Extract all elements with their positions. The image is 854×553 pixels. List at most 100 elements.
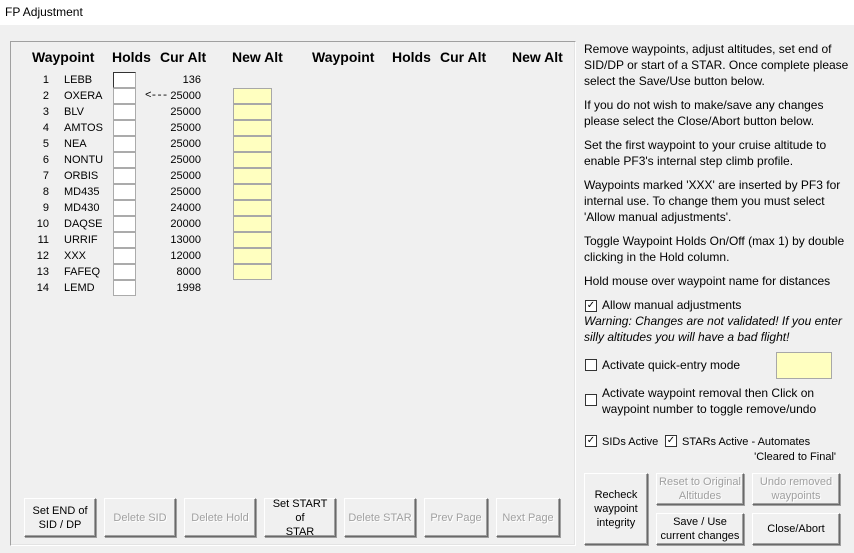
waypoint-number[interactable]: 10 (28, 216, 49, 232)
delete-star-button[interactable]: Delete STAR (344, 498, 416, 537)
table-row: 2 OXERA 25000 (0, 88, 576, 104)
hold-cell[interactable] (113, 104, 136, 120)
hold-cell[interactable] (113, 136, 136, 152)
info-hold-mouse: Hold mouse over waypoint name for distan… (584, 274, 831, 288)
waypoint-name[interactable]: MD430 (64, 200, 99, 216)
cur-alt: 25000 (170, 122, 201, 134)
hold-cell[interactable] (113, 280, 136, 296)
hold-cell[interactable] (113, 200, 136, 216)
new-alt-input[interactable] (233, 136, 272, 152)
waypoint-name[interactable]: AMTOS (64, 120, 103, 136)
waypoint-name[interactable]: MD435 (64, 184, 99, 200)
new-alt-input[interactable] (233, 184, 272, 200)
waypoint-number[interactable]: 12 (28, 248, 49, 264)
hold-cell[interactable] (113, 72, 136, 88)
hold-cell[interactable] (113, 248, 136, 264)
new-alt-input[interactable] (233, 120, 272, 136)
waypoint-number[interactable]: 13 (28, 264, 49, 280)
next-page-button[interactable]: Next Page (496, 498, 560, 537)
waypoint-name[interactable]: URRIF (64, 232, 98, 248)
new-alt-input[interactable] (233, 248, 272, 264)
new-alt-input[interactable] (233, 200, 272, 216)
new-alt-input[interactable] (233, 168, 272, 184)
waypoint-number[interactable]: 3 (28, 104, 49, 120)
header-holds-right: Holds (392, 49, 431, 65)
hold-cell[interactable] (113, 168, 136, 184)
waypoint-name[interactable]: LEMD (64, 280, 95, 296)
hold-cell[interactable] (113, 264, 136, 280)
delete-sid-button[interactable]: Delete SID (104, 498, 176, 537)
new-alt-input[interactable] (233, 152, 272, 168)
waypoint-number[interactable]: 1 (28, 72, 49, 88)
cur-alt: 1998 (176, 282, 201, 294)
waypoint-name[interactable]: DAQSE (64, 216, 103, 232)
set-start-star-button[interactable]: Set START of STAR (264, 498, 336, 538)
recheck-integrity-button[interactable]: Recheck waypoint integrity (584, 473, 648, 545)
info-instructions: Remove waypoints, adjust altitudes, set … (584, 42, 849, 88)
table-row: 11 URRIF 13000 (0, 232, 576, 248)
allow-manual-checkbox[interactable]: ✓ (585, 300, 597, 312)
save-use-button[interactable]: Save / Use current changes (656, 513, 744, 545)
waypoint-number[interactable]: 8 (28, 184, 49, 200)
prev-page-button[interactable]: Prev Page (424, 498, 488, 537)
table-row: 1 LEBB 136 (0, 72, 576, 88)
waypoint-number[interactable]: 4 (28, 120, 49, 136)
hold-cell[interactable] (113, 184, 136, 200)
new-alt-input[interactable] (233, 216, 272, 232)
waypoint-name[interactable]: OXERA (64, 88, 103, 104)
new-alt-input[interactable] (233, 104, 272, 120)
waypoint-number[interactable]: 6 (28, 152, 49, 168)
undo-removed-button[interactable]: Undo removed waypoints (752, 473, 840, 505)
table-row: 4 AMTOS 25000 (0, 120, 576, 136)
waypoint-number[interactable]: 5 (28, 136, 49, 152)
header-cur-alt-right: Cur Alt (440, 49, 487, 65)
cur-alt: 13000 (170, 234, 201, 246)
set-end-sid-button[interactable]: Set END of SID / DP (24, 498, 96, 537)
sids-active-checkbox[interactable]: ✓ (585, 435, 597, 447)
new-alt-input[interactable] (233, 88, 272, 104)
hold-cell[interactable] (113, 120, 136, 136)
waypoint-removal-checkbox[interactable] (585, 394, 597, 406)
window-title: FP Adjustment (5, 5, 83, 19)
waypoint-name[interactable]: BLV (64, 104, 84, 120)
waypoint-name[interactable]: NONTU (64, 152, 103, 168)
info-xxx-waypoints: Waypoints marked 'XXX' are inserted by P… (584, 178, 841, 224)
cur-alt: 25000 (170, 170, 201, 182)
hold-cell[interactable] (113, 88, 136, 104)
waypoint-name[interactable]: XXX (64, 248, 86, 264)
close-abort-button[interactable]: Close/Abort (752, 513, 840, 545)
header-new-alt-right: New Alt (512, 49, 563, 65)
waypoint-name[interactable]: NEA (64, 136, 87, 152)
waypoint-name[interactable]: LEBB (64, 72, 92, 88)
hold-cell[interactable] (113, 232, 136, 248)
new-alt-input[interactable] (233, 232, 272, 248)
table-row: 12 XXX 12000 (0, 248, 576, 264)
title-bar: FP Adjustment (0, 0, 854, 25)
new-alt-input[interactable] (233, 264, 272, 280)
cur-alt: 12000 (170, 250, 201, 262)
stars-active-checkbox[interactable]: ✓ (665, 435, 677, 447)
cur-alt: 25000 (170, 186, 201, 198)
cleared-to-final-label: 'Cleared to Final' (754, 451, 836, 463)
waypoint-number[interactable]: 9 (28, 200, 49, 216)
waypoint-number[interactable]: 2 (28, 88, 49, 104)
waypoint-name[interactable]: ORBIS (64, 168, 98, 184)
delete-hold-button[interactable]: Delete Hold (184, 498, 256, 537)
cur-alt: 24000 (170, 202, 201, 214)
hold-cell[interactable] (113, 216, 136, 232)
quick-entry-input[interactable] (776, 352, 832, 379)
waypoint-number[interactable]: 7 (28, 168, 49, 184)
header-waypoint-left: Waypoint (32, 49, 95, 65)
table-row: 14 LEMD 1998 (0, 280, 576, 296)
table-row: 10 DAQSE 20000 (0, 216, 576, 232)
header-waypoint-right: Waypoint (312, 49, 375, 65)
waypoint-number[interactable]: 11 (28, 232, 49, 248)
waypoint-name[interactable]: FAFEQ (64, 264, 100, 280)
quick-entry-label: Activate quick-entry mode (602, 358, 741, 372)
reset-altitudes-button[interactable]: Reset to Original Altitudes (656, 473, 744, 505)
table-row: 9 MD430 24000 (0, 200, 576, 216)
waypoint-number[interactable]: 14 (28, 280, 49, 296)
quick-entry-checkbox[interactable] (585, 359, 597, 371)
cur-alt: 25000 (170, 106, 201, 118)
hold-cell[interactable] (113, 152, 136, 168)
